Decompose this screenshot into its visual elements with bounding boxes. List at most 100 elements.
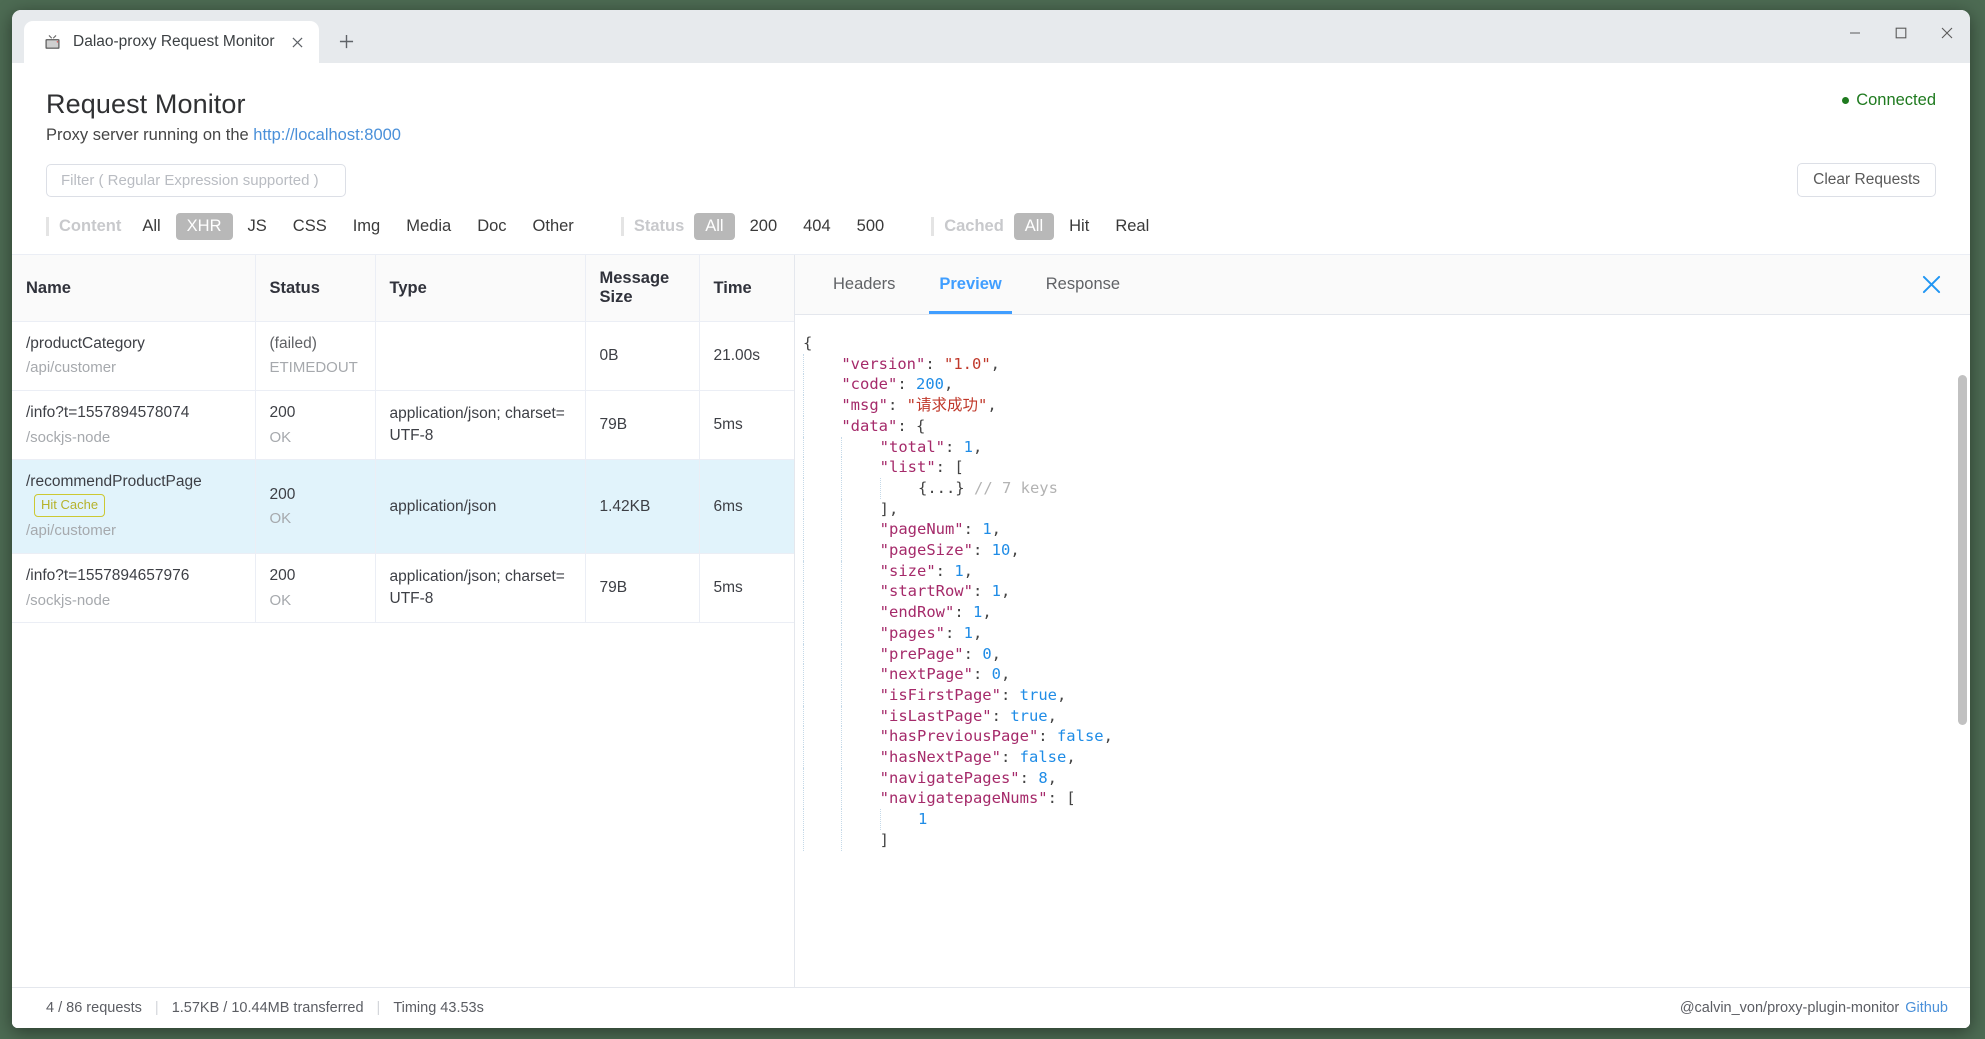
cell-name: /productCategory /api/customer <box>12 321 256 392</box>
json-token: "msg" <box>841 396 888 415</box>
tab-response[interactable]: Response <box>1024 255 1142 314</box>
chip-content-xhr[interactable]: XHR <box>175 213 233 240</box>
cell-time: 21.00s <box>699 321 794 392</box>
chip-cached-real[interactable]: Real <box>1104 213 1160 240</box>
browser-titlebar: Dalao-proxy Request Monitor <box>12 10 1970 63</box>
browser-tab[interactable]: Dalao-proxy Request Monitor <box>24 21 319 63</box>
json-line: "navigatepageNums": [ <box>803 788 1970 810</box>
json-indent-guide <box>803 519 841 541</box>
chip-status-all[interactable]: All <box>694 213 735 240</box>
table-row[interactable]: /info?t=1557894657976 /sockjs-node 200 O… <box>12 553 794 624</box>
cell-status: 200 OK <box>255 459 376 555</box>
json-token: , <box>1001 665 1011 684</box>
table-row[interactable]: /productCategory /api/customer (failed) … <box>12 321 794 392</box>
json-indent-guide <box>803 829 841 851</box>
chip-content-img[interactable]: Img <box>342 213 392 240</box>
chip-cached-hit[interactable]: Hit <box>1058 213 1100 240</box>
filter-input[interactable] <box>46 163 346 197</box>
request-status: (failed) <box>269 335 317 352</box>
chip-content-other[interactable]: Other <box>522 213 585 240</box>
json-indent-guide <box>803 560 841 582</box>
json-token: : <box>897 375 916 394</box>
timing-total: Timing 43.53s <box>393 1000 484 1016</box>
chip-cached-all[interactable]: All <box>1013 213 1055 240</box>
json-indent-guide <box>841 457 879 478</box>
json-token: "pageNum" <box>879 520 964 539</box>
json-token: : <box>963 644 983 663</box>
tab-close-icon[interactable] <box>286 30 310 54</box>
json-line: ] <box>803 829 1970 851</box>
chip-status-500[interactable]: 500 <box>846 213 896 240</box>
json-token: , <box>1066 748 1076 767</box>
tab-preview[interactable]: Preview <box>917 255 1023 314</box>
detail-scrollbar[interactable] <box>1958 375 1967 985</box>
json-token: "pages" <box>879 623 945 642</box>
cell-type <box>375 321 586 392</box>
json-line: "version": "1.0", <box>803 353 1970 375</box>
connection-status-label: Connected <box>1856 91 1936 109</box>
request-path: /sockjs-node <box>26 428 111 446</box>
json-token: true <box>1019 685 1057 704</box>
table-row[interactable]: /info?t=1557894578074 /sockjs-node 200 O… <box>12 390 794 461</box>
json-token: "version" <box>841 354 926 373</box>
toolbar: Clear Requests <box>12 145 1970 197</box>
json-line: "pages": 1, <box>803 622 1970 644</box>
json-token: 0 <box>991 665 1001 684</box>
chip-content-css[interactable]: CSS <box>282 213 338 240</box>
proxy-url-link[interactable]: http://localhost:8000 <box>253 126 401 144</box>
column-header-name[interactable]: Name <box>12 255 256 322</box>
column-header-message-size[interactable]: Message Size <box>585 255 700 322</box>
new-tab-icon[interactable] <box>327 21 367 61</box>
json-token: 1 <box>917 810 928 829</box>
json-indent-guide <box>841 767 879 789</box>
browser-window: Dalao-proxy Request Monitor Request Moni… <box>12 10 1970 1028</box>
table-row[interactable]: /recommendProductPage Hit Cache /api/cust… <box>12 459 794 555</box>
json-indent-guide <box>841 788 879 810</box>
json-line: "startRow": 1, <box>803 581 1970 603</box>
json-token: "total" <box>879 437 945 456</box>
json-token: "pageSize" <box>879 541 973 560</box>
json-preview-viewer[interactable]: { "version": "1.0", "code": 200, "msg": … <box>795 315 1970 987</box>
column-header-time[interactable]: Time <box>699 255 794 322</box>
detail-scrollbar-thumb[interactable] <box>1958 375 1967 725</box>
window-close-icon[interactable] <box>1924 10 1970 56</box>
column-header-type[interactable]: Type <box>375 255 586 322</box>
json-token: , <box>982 603 992 622</box>
json-line: 1 <box>803 809 1970 830</box>
chip-content-media[interactable]: Media <box>395 213 462 240</box>
tab-headers[interactable]: Headers <box>811 255 917 314</box>
chip-content-all[interactable]: All <box>131 213 171 240</box>
json-token: : <box>963 520 983 539</box>
detail-close-icon[interactable] <box>1918 272 1944 298</box>
json-token: ] <box>879 830 889 849</box>
github-link[interactable]: Github <box>1905 1000 1948 1016</box>
filter-group-content: Content All XHR JS CSS Img Media Doc Oth… <box>46 213 587 240</box>
json-token: "data" <box>841 416 898 435</box>
chip-content-doc[interactable]: Doc <box>466 213 517 240</box>
json-token: : <box>888 396 907 415</box>
maximize-icon[interactable] <box>1878 10 1924 56</box>
json-token: 8 <box>1038 768 1048 787</box>
json-line: { <box>803 333 1970 354</box>
chip-status-404[interactable]: 404 <box>792 213 842 240</box>
tv-icon <box>42 32 62 52</box>
json-token: false <box>1019 748 1067 767</box>
chip-content-js[interactable]: JS <box>237 213 278 240</box>
transferred-size: 1.57KB / 10.44MB transferred <box>171 1000 364 1016</box>
json-token: "navigatepageNums" <box>879 789 1048 808</box>
column-header-status[interactable]: Status <box>255 255 376 322</box>
json-token: , <box>973 623 983 642</box>
proxy-subtitle-text: Proxy server running on the <box>46 126 254 144</box>
json-indent-guide <box>803 540 841 561</box>
request-status-detail: OK <box>269 591 292 609</box>
json-token: , <box>1103 727 1113 746</box>
cell-name: /info?t=1557894657976 /sockjs-node <box>12 553 256 624</box>
app-page: Request Monitor Proxy server running on … <box>12 63 1970 1028</box>
clear-requests-button[interactable]: Clear Requests <box>1797 163 1936 197</box>
json-indent-guide <box>841 643 879 665</box>
status-bar-right: @calvin_von/proxy-plugin-monitor Github <box>1680 1000 1948 1016</box>
chip-status-200[interactable]: 200 <box>739 213 789 240</box>
json-indent-guide <box>803 788 841 810</box>
json-indent-guide <box>803 498 841 520</box>
minimize-icon[interactable] <box>1832 10 1878 56</box>
